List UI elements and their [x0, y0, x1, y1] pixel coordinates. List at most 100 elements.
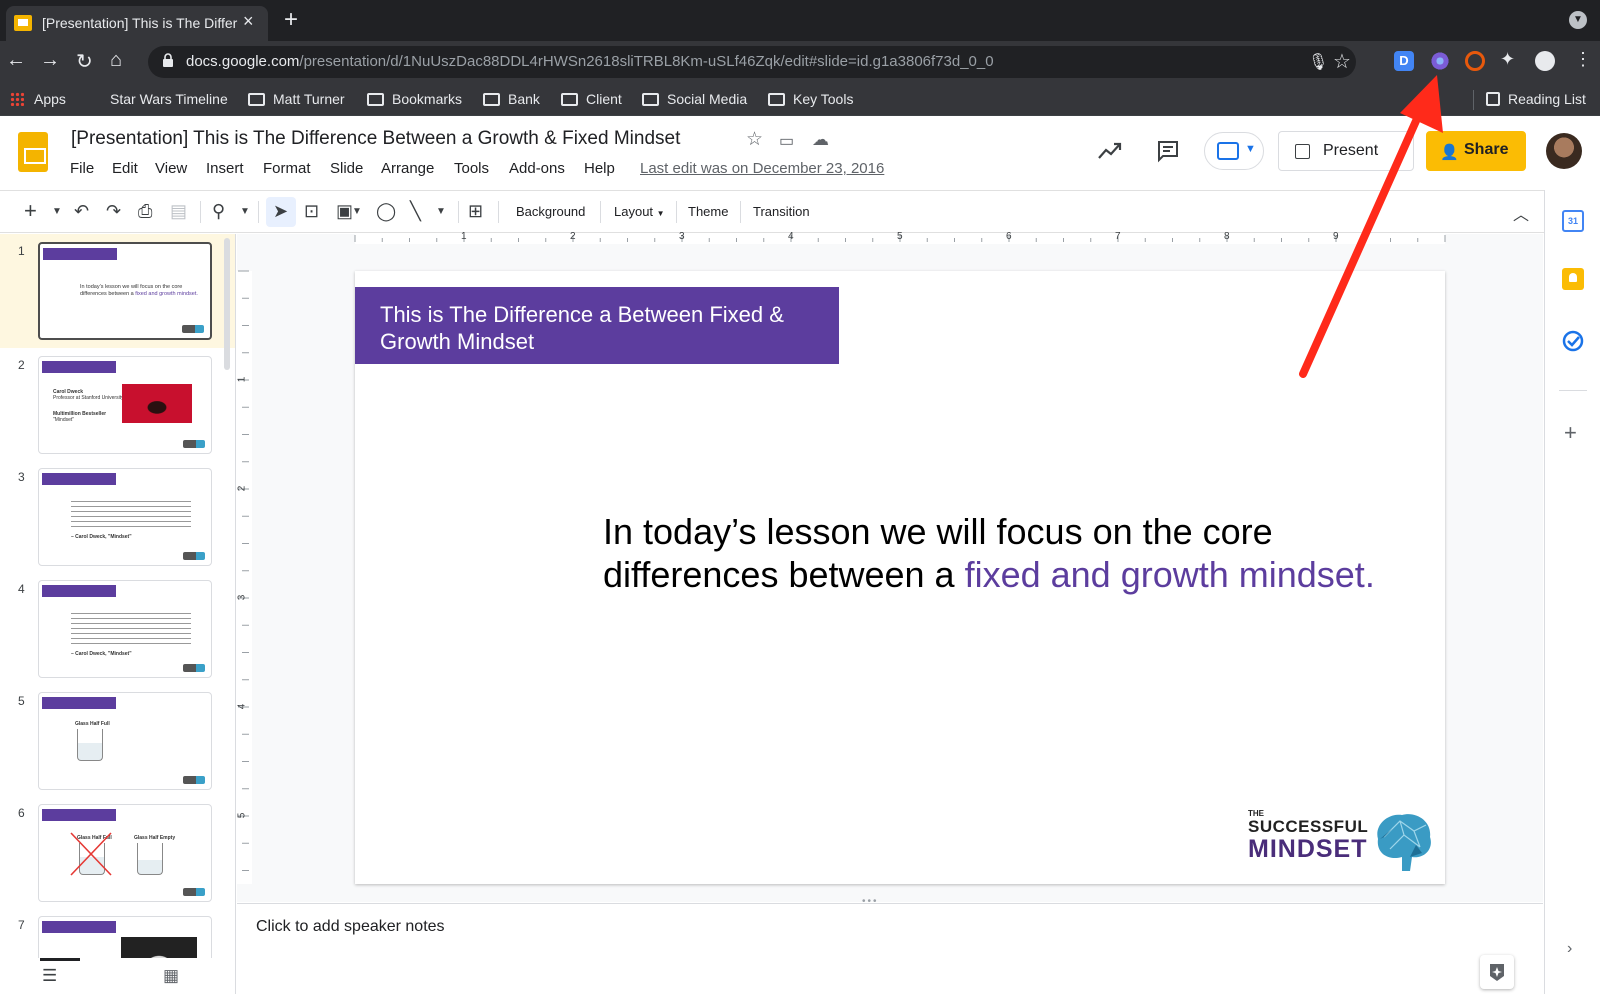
calendar-icon[interactable]: 31 — [1562, 210, 1584, 232]
bookmark-bank[interactable]: Bank — [483, 91, 540, 107]
ruler-number: 4 — [788, 231, 794, 242]
menu-view[interactable]: View — [155, 160, 187, 177]
explore-button[interactable] — [1480, 955, 1514, 989]
forward-arrow-icon[interactable]: → — [40, 49, 60, 72]
add-comment-icon[interactable]: ⊞ — [468, 201, 483, 222]
menu-tools[interactable]: Tools — [454, 160, 489, 177]
undo-icon[interactable]: ↶ — [74, 201, 89, 222]
slide-body-text[interactable]: In today’s lesson we will focus on the c… — [603, 510, 1403, 596]
back-arrow-icon[interactable]: ← — [6, 49, 26, 72]
ruler-number: 5 — [897, 231, 903, 242]
print-icon[interactable]: ⎙ — [138, 201, 152, 222]
bookmark-star-icon[interactable]: ☆ — [1333, 49, 1351, 74]
present-button[interactable]: Present — [1278, 131, 1414, 171]
theme-button[interactable]: Theme — [688, 204, 728, 219]
apps-bookmark[interactable]: Apps — [10, 91, 66, 107]
speaker-notes-placeholder[interactable]: Click to add speaker notes — [256, 918, 445, 936]
last-edit-link[interactable]: Last edit was on December 23, 2016 — [640, 160, 884, 177]
document-title[interactable]: [Presentation] This is The Difference Be… — [71, 128, 680, 150]
grid-view-icon[interactable]: ▦ — [163, 966, 179, 986]
cloud-status-icon[interactable]: ☁ — [812, 130, 829, 150]
slide-thumbnail-3[interactable]: – Carol Dweck, "Mindset" — [38, 468, 212, 566]
menu-format[interactable]: Format — [263, 160, 311, 177]
reload-icon[interactable]: ↻ — [76, 49, 93, 74]
comment-history-icon[interactable] — [1156, 139, 1180, 163]
extension-orange-icon[interactable] — [1465, 51, 1485, 71]
thumb-title-bar — [42, 921, 116, 933]
explore-sparkle-icon — [1490, 964, 1504, 981]
bookmark-key-tools[interactable]: Key Tools — [768, 91, 853, 107]
new-slide-plus-icon[interactable]: + — [24, 198, 37, 224]
speaker-notes[interactable]: ••• Click to add speaker notes — [237, 896, 1543, 994]
background-button[interactable]: Background — [516, 204, 585, 219]
text-box-icon[interactable]: ⊡ — [304, 201, 319, 222]
transition-button[interactable]: Transition — [753, 204, 810, 219]
slides-logo-icon[interactable] — [18, 132, 48, 172]
avatar[interactable] — [1546, 133, 1582, 169]
slide-thumbnail-1[interactable]: In today’s lesson we will focus on the c… — [38, 242, 212, 340]
get-add-ons-plus-icon[interactable]: + — [1564, 420, 1577, 446]
filmstrip-scrollbar[interactable] — [224, 238, 230, 370]
slide-thumbnail-5[interactable]: Glass Half Full — [38, 692, 212, 790]
collapse-toolbar-chevron-icon[interactable]: ︿ — [1513, 201, 1529, 225]
menu-insert[interactable]: Insert — [206, 160, 244, 177]
share-button[interactable]: 👤 Share — [1426, 131, 1526, 171]
bookmark-social-media[interactable]: Social Media — [642, 91, 747, 107]
new-tab-icon[interactable]: + — [284, 6, 298, 34]
more-vertical-icon[interactable]: ⋮ — [1574, 49, 1592, 70]
reading-list[interactable]: Reading List — [1486, 91, 1586, 107]
new-slide-layout-chevron-icon[interactable]: ▼ — [52, 206, 62, 217]
menu-file[interactable]: File — [70, 160, 94, 177]
address-bar[interactable]: docs.google.com/presentation/d/1NuUszDac… — [148, 46, 1356, 78]
menu-arrange[interactable]: Arrange — [381, 160, 434, 177]
slide-title-box[interactable]: This is The Difference a Between Fixed &… — [355, 287, 839, 364]
extensions-puzzle-icon[interactable]: ✦ — [1500, 49, 1515, 70]
extension-d-icon[interactable]: D — [1394, 51, 1414, 71]
redo-icon[interactable]: ↷ — [106, 201, 121, 222]
shape-icon[interactable]: ◯ — [376, 201, 396, 222]
menu-edit[interactable]: Edit — [112, 160, 138, 177]
profile-icon[interactable] — [1535, 51, 1555, 71]
thumb-title-bar — [42, 809, 116, 821]
tab-search-icon[interactable]: ▼ — [1569, 11, 1587, 29]
slide-thumbnail-7[interactable] — [38, 916, 212, 958]
tasks-icon[interactable] — [1562, 330, 1584, 352]
meet-present-button[interactable]: ▼ — [1204, 132, 1264, 170]
star-icon[interactable]: ☆ — [746, 128, 763, 151]
zoom-chevron-icon[interactable]: ▼ — [240, 206, 250, 217]
keep-icon[interactable] — [1562, 268, 1584, 290]
slide-thumbnail-2[interactable]: Carol Dweck Professor at Stanford Univer… — [38, 356, 212, 454]
bookmark-star-wars-timeline[interactable]: Star Wars Timeline — [110, 91, 228, 107]
bookmark-matt-turner[interactable]: Matt Turner — [248, 91, 345, 107]
menu-help[interactable]: Help — [584, 160, 615, 177]
show-side-panel-chevron-icon[interactable]: › — [1567, 940, 1572, 958]
browser-tab[interactable]: [Presentation] This is The Difference Be… — [6, 6, 268, 41]
zoom-icon[interactable]: ⚲ — [212, 201, 225, 222]
microphone-icon[interactable]: 🎙 — [1308, 52, 1328, 72]
activity-trend-icon[interactable] — [1097, 141, 1123, 161]
move-folder-icon[interactable]: ▭ — [779, 131, 794, 151]
slide-thumbnail-6[interactable]: Glass Half Full Glass Half Empty — [38, 804, 212, 902]
bookmark-client[interactable]: Client — [561, 91, 622, 107]
close-tab-icon[interactable]: × — [243, 11, 254, 32]
layout-button[interactable]: Layout ▼ — [614, 204, 665, 219]
line-icon[interactable]: ╲ — [410, 201, 421, 222]
select-cursor-icon[interactable]: ➤ — [273, 201, 288, 222]
menu-add-ons[interactable]: Add-ons — [509, 160, 565, 177]
paint-format-icon[interactable]: ▤ — [170, 201, 187, 222]
notes-resize-handle[interactable]: ••• — [862, 896, 879, 907]
bookmarks-divider — [1473, 90, 1474, 110]
insert-image-icon[interactable]: ▣ — [336, 201, 353, 222]
menu-slide[interactable]: Slide — [330, 160, 363, 177]
current-slide[interactable]: This is The Difference a Between Fixed &… — [355, 271, 1445, 884]
extension-sparkle-icon[interactable] — [1430, 51, 1450, 71]
filmstrip-list-view-icon[interactable]: ☰ — [42, 966, 57, 986]
bookmark-bookmarks[interactable]: Bookmarks — [367, 91, 462, 107]
url-text: docs.google.com/presentation/d/1NuUszDac… — [186, 53, 994, 70]
line-chevron-icon[interactable]: ▼ — [436, 206, 446, 217]
home-icon[interactable]: ⌂ — [110, 49, 122, 72]
slide-title[interactable]: This is The Difference a Between Fixed &… — [380, 301, 820, 355]
slide-thumbnail-4[interactable]: – Carol Dweck, "Mindset" — [38, 580, 212, 678]
logo-successful: SUCCESSFUL — [1248, 817, 1369, 836]
image-chevron-icon[interactable]: ▼ — [352, 206, 362, 217]
